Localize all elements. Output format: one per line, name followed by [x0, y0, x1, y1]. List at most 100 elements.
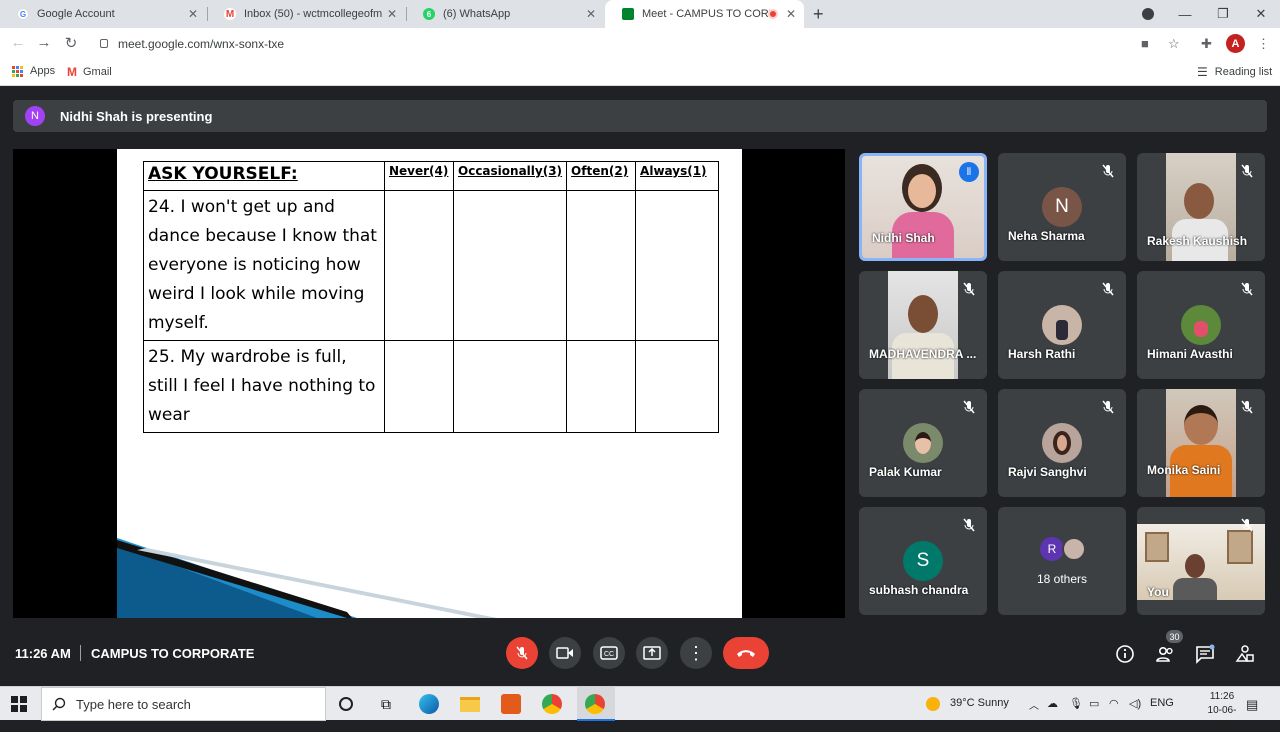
new-tab-icon[interactable]: +	[813, 4, 824, 25]
question-cell: 24. I won't get up and dance because I k…	[143, 190, 385, 341]
participant-tile[interactable]: ⦀ Nidhi Shah	[859, 153, 987, 261]
mic-off-icon	[963, 400, 975, 414]
mic-toggle-button[interactable]	[506, 637, 538, 669]
tab-meet[interactable]: Meet - CAMPUS TO CORPORATE ✕	[605, 0, 804, 28]
volume-icon[interactable]: ◁)	[1129, 697, 1141, 710]
table-header: Occasionally(3)	[452, 161, 568, 191]
reading-list-button[interactable]: ☰ Reading list	[1197, 65, 1272, 79]
back-icon[interactable]: ←	[8, 34, 28, 51]
participant-video	[888, 271, 958, 379]
close-icon[interactable]: ✕	[385, 7, 399, 21]
bookmark-star-icon[interactable]: ☆	[1168, 36, 1180, 52]
captions-button[interactable]: CC	[593, 637, 625, 669]
tab-inbox[interactable]: M Inbox (50) - wctmcollegeofmanag... ✕	[207, 0, 405, 28]
leave-call-button[interactable]	[723, 637, 769, 669]
participant-tile[interactable]: Harsh Rathi	[998, 271, 1126, 379]
tray-chevron-icon[interactable]: ︿	[1029, 697, 1039, 712]
hang-up-icon	[737, 650, 755, 657]
taskbar-search[interactable]: Type here to search	[41, 687, 326, 721]
mic-off-icon	[1241, 518, 1253, 532]
menu-icon[interactable]: ⋮	[1257, 36, 1270, 52]
close-icon[interactable]: ✕	[584, 7, 598, 21]
chat-icon[interactable]	[1195, 644, 1215, 664]
slide: ASK YOURSELF: Never(4) Occasionally(3) O…	[117, 149, 742, 618]
minimize-icon[interactable]: —	[1166, 0, 1204, 28]
address-bar[interactable]: meet.google.com/wnx-sonx-txe	[118, 37, 284, 51]
others-tile[interactable]: R 18 others	[998, 507, 1126, 615]
table-header: Always(1)	[635, 161, 720, 191]
tab-whatsapp[interactable]: 6 (6) WhatsApp ✕	[406, 0, 604, 28]
more-vert-icon: ⋮	[687, 643, 705, 663]
search-icon	[52, 697, 66, 711]
present-screen-icon	[643, 646, 661, 660]
meeting-details-icon[interactable]	[1115, 644, 1135, 664]
camera-toggle-button[interactable]	[549, 637, 581, 669]
reading-list-icon: ☰	[1197, 65, 1208, 79]
sublime-icon[interactable]	[500, 693, 522, 715]
edge-icon[interactable]	[418, 693, 440, 715]
maximize-icon[interactable]: ❐	[1204, 0, 1242, 28]
lock-icon	[100, 39, 108, 48]
file-explorer-icon[interactable]	[459, 693, 481, 715]
mic-off-icon	[1241, 164, 1253, 178]
chrome-active-icon[interactable]	[584, 693, 606, 715]
present-button[interactable]	[636, 637, 668, 669]
browser-tab-bar: G Google Account ✕ M Inbox (50) - wctmco…	[0, 0, 1280, 28]
chrome-icon[interactable]	[541, 693, 563, 715]
participant-avatar: N	[1042, 187, 1082, 227]
participant-tile[interactable]: Himani Avasthi	[1137, 271, 1265, 379]
participant-avatar: S	[903, 541, 943, 581]
close-icon[interactable]: ✕	[186, 7, 200, 21]
table-header: Never(4)	[384, 161, 454, 191]
more-options-button[interactable]: ⋮	[680, 637, 712, 669]
gmail-icon: M	[67, 65, 77, 79]
participant-tile[interactable]: Rajvi Sanghvi	[998, 389, 1126, 497]
battery-icon[interactable]: ▭	[1089, 697, 1099, 710]
wifi-icon[interactable]: ◠	[1109, 697, 1119, 710]
microphone-icon[interactable]: 🎙	[1069, 697, 1083, 710]
meet-icon	[622, 8, 634, 20]
participant-tile[interactable]: Palak Kumar	[859, 389, 987, 497]
participant-tile[interactable]: S subhash chandra	[859, 507, 987, 615]
participant-count-badge: 30	[1166, 630, 1183, 643]
windows-start-icon[interactable]	[11, 696, 27, 712]
notifications-icon[interactable]: ▤	[1246, 697, 1258, 713]
reload-icon[interactable]: ↻	[61, 34, 81, 52]
profile-avatar[interactable]: A	[1226, 34, 1245, 53]
cortana-icon[interactable]	[335, 693, 357, 715]
participant-avatar	[1062, 537, 1086, 561]
weather-widget[interactable]: 39°C Sunny	[950, 697, 1009, 709]
participant-video	[1166, 389, 1236, 497]
meeting-controls-bar: 11:26 AM CAMPUS TO CORPORATE CC ⋮ 30	[0, 618, 1280, 686]
self-tile[interactable]: You	[1137, 507, 1265, 615]
meeting-name: CAMPUS TO CORPORATE	[91, 646, 255, 661]
bookmarks-bar: Apps M Gmail ☰ Reading list	[0, 60, 1280, 86]
sunny-icon	[926, 697, 940, 711]
participant-tile[interactable]: MADHAVENDRA ...	[859, 271, 987, 379]
table-header: ASK YOURSELF:	[143, 161, 385, 191]
people-icon[interactable]	[1155, 644, 1175, 664]
whatsapp-icon: 6	[423, 8, 435, 20]
presentation-stage: ASK YOURSELF: Never(4) Occasionally(3) O…	[13, 149, 845, 618]
bookmark-apps[interactable]: Apps	[12, 65, 55, 77]
tab-google-account[interactable]: G Google Account ✕	[0, 0, 206, 28]
language-indicator[interactable]: ENG	[1150, 697, 1174, 709]
extensions-icon[interactable]: ✚	[1201, 36, 1212, 52]
camera-blocked-icon[interactable]: ■	[1141, 36, 1149, 51]
close-window-icon[interactable]: ✕	[1242, 0, 1280, 28]
camera-icon	[556, 647, 573, 659]
forward-icon[interactable]: →	[34, 34, 54, 51]
bookmark-gmail[interactable]: M Gmail	[67, 65, 112, 79]
close-icon[interactable]: ✕	[784, 7, 798, 21]
participant-tile[interactable]: Monika Saini	[1137, 389, 1265, 497]
slide-decoration	[117, 538, 497, 618]
mic-off-icon	[1102, 400, 1114, 414]
task-view-icon[interactable]: ⧉	[375, 693, 397, 715]
presenter-avatar: N	[25, 106, 45, 126]
participant-tile[interactable]: Rakesh Kaushish	[1137, 153, 1265, 261]
taskbar-clock[interactable]: 11:26 10-06-2021	[1200, 690, 1244, 732]
tab-search-icon[interactable]	[1129, 0, 1167, 28]
cloud-icon[interactable]: ☁	[1047, 697, 1058, 710]
activities-icon[interactable]	[1235, 644, 1255, 664]
participant-tile[interactable]: N Neha Sharma	[998, 153, 1126, 261]
